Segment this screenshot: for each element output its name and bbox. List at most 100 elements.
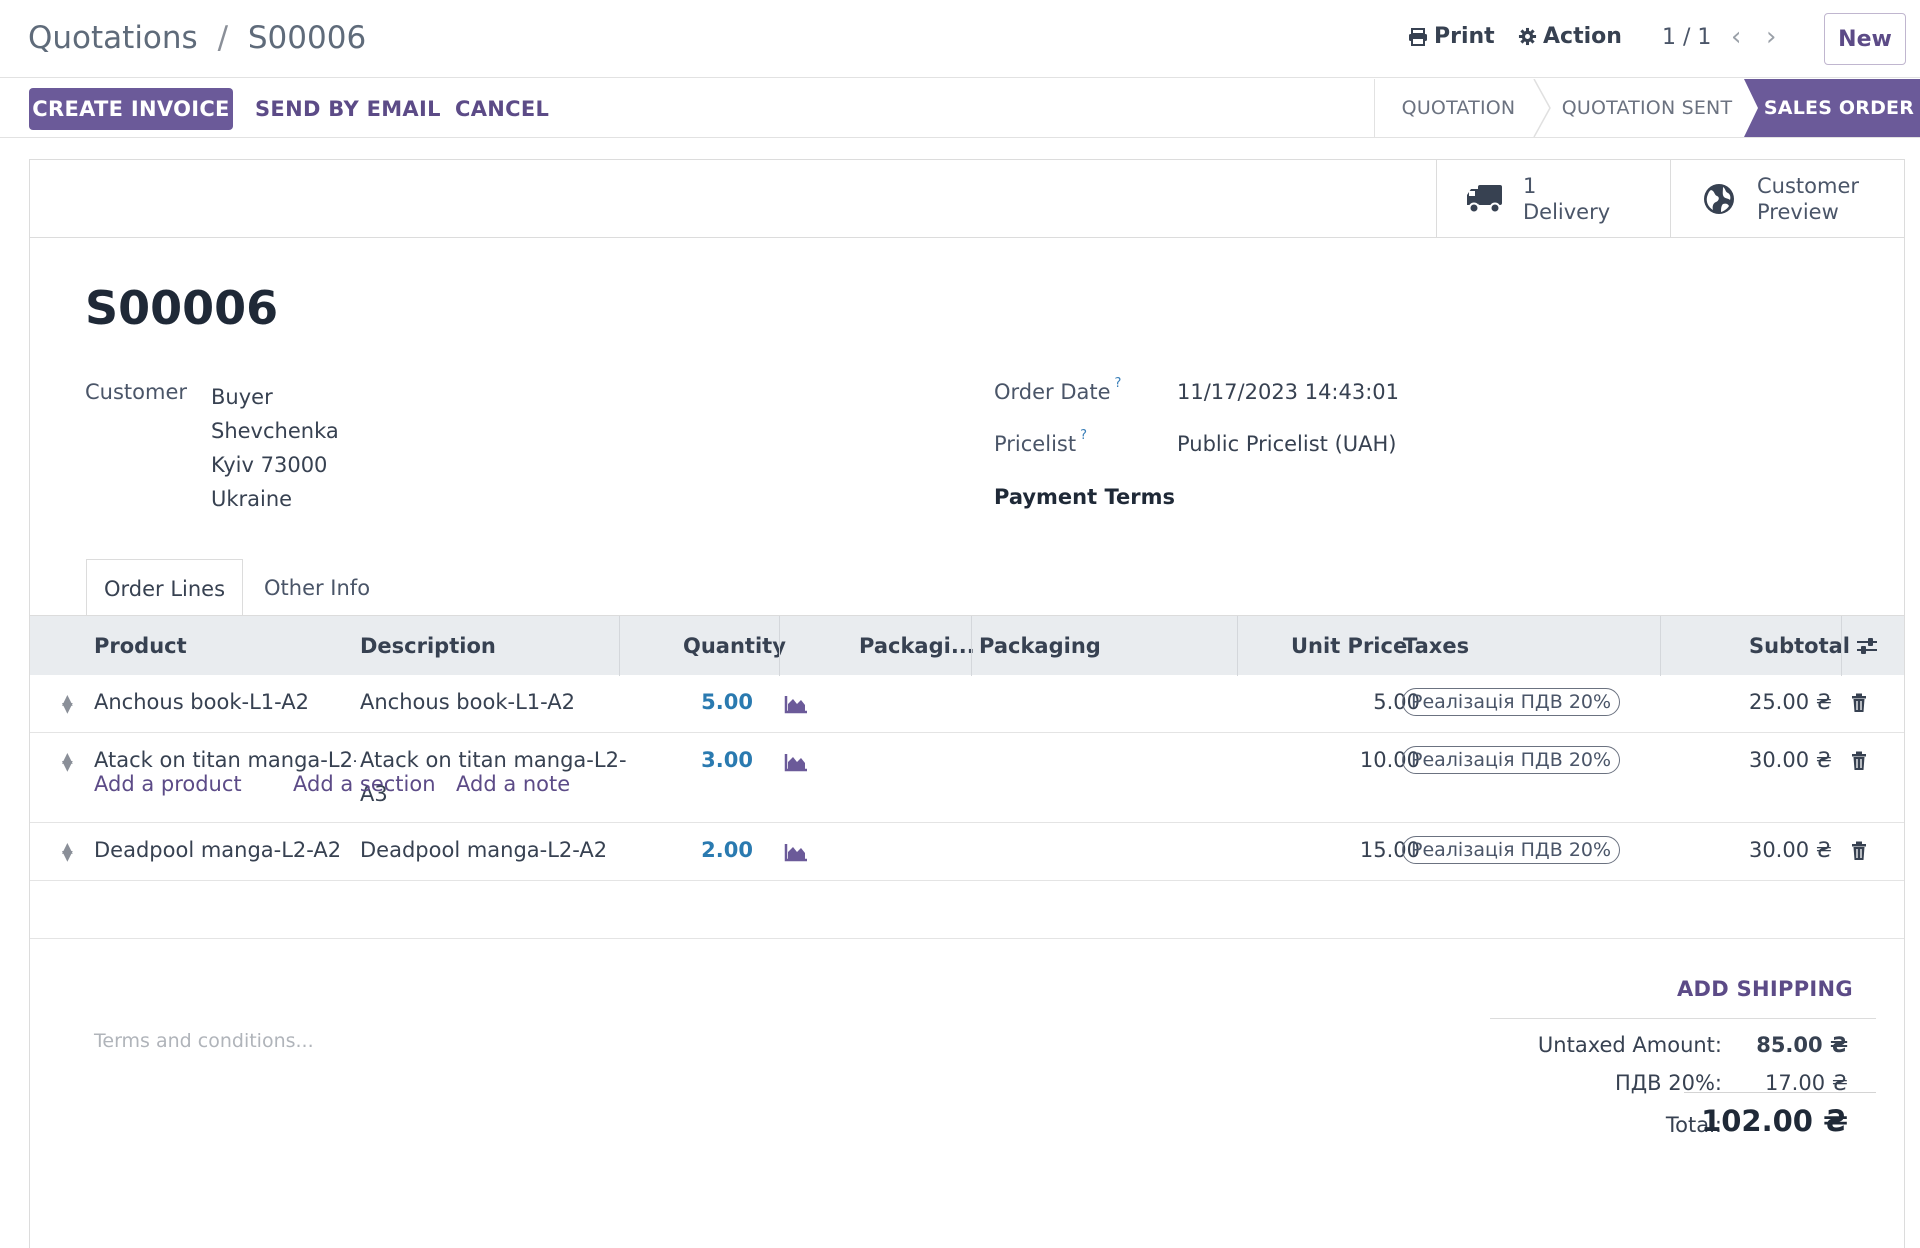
pricelist-value[interactable]: Public Pricelist (UAH) xyxy=(1177,432,1397,456)
gear-icon xyxy=(1518,27,1537,46)
create-invoice-button[interactable]: CREATE INVOICE xyxy=(29,88,233,130)
order-date-label: Order Date? xyxy=(994,376,1121,404)
breadcrumb-current: S00006 xyxy=(247,20,367,56)
trash-icon[interactable] xyxy=(1851,751,1867,771)
delivery-label: Delivery xyxy=(1523,199,1611,224)
row-quantity[interactable]: 5.00 xyxy=(673,690,753,714)
delivery-count: 1 xyxy=(1523,173,1537,198)
row-quantity[interactable]: 3.00 xyxy=(673,748,753,772)
col-packaging-qty[interactable]: Packagi... xyxy=(859,634,975,658)
col-packaging[interactable]: Packaging xyxy=(979,634,1101,658)
add-note-link[interactable]: Add a note xyxy=(456,772,570,796)
order-date-help-icon[interactable]: ? xyxy=(1115,376,1122,391)
control-panel: Quotations / S00006 Print Action 1 / 1 ‹… xyxy=(0,0,1920,78)
pager-next-icon[interactable]: › xyxy=(1766,22,1776,52)
total-divider xyxy=(1684,1092,1876,1093)
action-button[interactable]: Action xyxy=(1518,24,1622,49)
forecast-chart-icon[interactable] xyxy=(784,752,808,772)
row-description[interactable]: Deadpool manga-L2-A2 xyxy=(360,838,607,862)
untaxed-amount-label: Untaxed Amount: xyxy=(1537,1033,1722,1057)
printer-icon xyxy=(1409,27,1427,46)
col-taxes[interactable]: Taxes xyxy=(1403,634,1469,658)
col-subtotal[interactable]: Subtotal xyxy=(1749,634,1850,658)
customer-preview-line1: Customer xyxy=(1757,173,1860,198)
customer-name: Buyer xyxy=(211,385,273,409)
col-separator xyxy=(1841,616,1842,676)
record-title: S00006 xyxy=(85,281,279,335)
breadcrumb-separator: / xyxy=(217,20,229,56)
optional-columns-icon[interactable] xyxy=(1856,636,1878,656)
customer-label: Customer xyxy=(85,380,188,404)
row-drag-handle-icon[interactable]: ▲ ▼ xyxy=(62,751,73,773)
tab-other-info[interactable]: Other Info xyxy=(264,559,384,617)
totals-divider xyxy=(1490,1018,1876,1019)
form-sheet: 1 Delivery Customer Preview S00006 Custo… xyxy=(29,159,1905,1248)
row-subtotal: 25.00 ₴ xyxy=(1748,690,1832,714)
delivery-smart-button-text: 1 Delivery xyxy=(1523,173,1610,225)
col-separator xyxy=(619,616,620,676)
col-separator xyxy=(1237,616,1238,676)
action-label: Action xyxy=(1543,24,1622,49)
customer-preview-smart-button[interactable]: Customer Preview xyxy=(1670,160,1904,237)
pager-previous-icon[interactable]: ‹ xyxy=(1731,22,1741,52)
new-button[interactable]: New xyxy=(1824,13,1906,65)
row-drag-handle-icon[interactable]: ▲ ▼ xyxy=(62,841,73,863)
add-section-link[interactable]: Add a section xyxy=(293,772,436,796)
breadcrumb: Quotations / S00006 xyxy=(28,20,366,56)
customer-country: Ukraine xyxy=(211,487,293,511)
add-product-link[interactable]: Add a product xyxy=(94,772,242,796)
untaxed-amount-value: 85.00 ₴ xyxy=(1756,1033,1848,1057)
row-quantity[interactable]: 2.00 xyxy=(673,838,753,862)
pager-value[interactable]: 1 / 1 xyxy=(1662,25,1711,50)
pricelist-help-icon[interactable]: ? xyxy=(1080,428,1087,443)
customer-address[interactable]: Buyer Shevchenka Kyiv 73000 Ukraine xyxy=(211,380,339,516)
col-product[interactable]: Product xyxy=(94,634,187,658)
row-description[interactable]: Anchous book-L1-A2 xyxy=(360,690,575,714)
stage-quotation-sent[interactable]: QUOTATION SENT xyxy=(1542,79,1752,137)
row-product[interactable]: Anchous book-L1-A2 xyxy=(94,690,309,714)
send-by-email-button[interactable]: SEND BY EMAIL xyxy=(255,97,441,121)
stage-quotation[interactable]: QUOTATION xyxy=(1374,79,1542,137)
pricelist-label: Pricelist? xyxy=(994,428,1087,456)
terms-and-conditions-field[interactable]: Terms and conditions... xyxy=(94,1030,314,1052)
row-tax-badge[interactable]: Реалізація ПДВ 20% xyxy=(1402,688,1621,716)
forecast-chart-icon[interactable] xyxy=(784,694,808,714)
table-row[interactable]: ▲ ▼ Deadpool manga-L2-A2 Deadpool manga-L… xyxy=(30,823,1904,881)
customer-city: Kyiv 73000 xyxy=(211,453,328,477)
col-separator xyxy=(971,616,972,676)
print-button[interactable]: Print xyxy=(1408,24,1495,49)
table-row[interactable]: ▲ ▼ Anchous book-L1-A2 Anchous book-L1-A2… xyxy=(30,675,1904,733)
pricelist-label-text: Pricelist xyxy=(994,432,1077,456)
add-shipping-button[interactable]: ADD SHIPPING xyxy=(1677,977,1853,1001)
smart-button-box: 1 Delivery Customer Preview xyxy=(30,160,1904,238)
status-bar: CREATE INVOICE SEND BY EMAIL CANCEL QUOT… xyxy=(0,79,1920,138)
col-description[interactable]: Description xyxy=(360,634,496,658)
row-tax-badge[interactable]: Реалізація ПДВ 20% xyxy=(1402,836,1621,864)
trash-icon[interactable] xyxy=(1851,841,1867,861)
col-separator xyxy=(1660,616,1661,676)
row-drag-handle-icon[interactable]: ▲ ▼ xyxy=(62,693,73,715)
customer-preview-text: Customer Preview xyxy=(1757,173,1859,225)
customer-preview-line2: Preview xyxy=(1757,199,1839,224)
row-tax-badge[interactable]: Реалізація ПДВ 20% xyxy=(1402,746,1621,774)
col-separator xyxy=(779,616,780,676)
add-line-row xyxy=(30,881,1904,939)
breadcrumb-quotations-link[interactable]: Quotations xyxy=(28,20,198,56)
trash-icon[interactable] xyxy=(1851,693,1867,713)
stage-sales-order[interactable]: SALES ORDER xyxy=(1744,79,1920,137)
tab-order-lines[interactable]: Order Lines xyxy=(86,559,243,617)
row-product[interactable]: Deadpool manga-L2-A2 xyxy=(94,838,341,862)
delivery-smart-button[interactable]: 1 Delivery xyxy=(1436,160,1670,237)
cancel-button[interactable]: CANCEL xyxy=(455,97,549,121)
order-date-value[interactable]: 11/17/2023 14:43:01 xyxy=(1177,380,1399,404)
total-value: 102.00 ₴ xyxy=(1701,1104,1848,1138)
payment-terms-label: Payment Terms xyxy=(994,485,1175,509)
col-unit-price[interactable]: Unit Price xyxy=(1291,634,1407,658)
row-product[interactable]: Atack on titan manga-L2-A xyxy=(94,748,356,772)
forecast-chart-icon[interactable] xyxy=(784,842,808,862)
print-label: Print xyxy=(1434,24,1495,49)
row-description[interactable]: Atack on titan manga-L2- xyxy=(360,748,627,772)
order-date-label-text: Order Date xyxy=(994,380,1111,404)
col-quantity[interactable]: Quantity xyxy=(683,634,786,658)
globe-icon xyxy=(1699,182,1739,216)
